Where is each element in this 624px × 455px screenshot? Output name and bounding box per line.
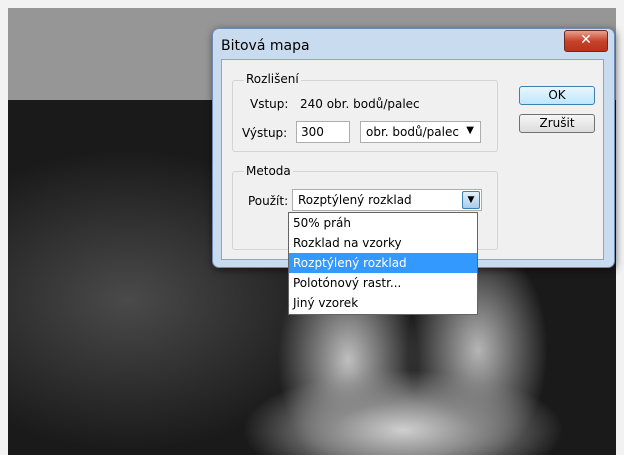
input-value: 240 obr. bodů/palec <box>300 97 420 111</box>
dropdown-option[interactable]: 50% práh <box>289 213 477 233</box>
unit-select-value: obr. bodů/palec <box>366 125 459 139</box>
chevron-down-icon: ▼ <box>466 125 474 136</box>
close-icon[interactable]: ✕ <box>564 30 608 52</box>
cancel-button[interactable]: Zrušit <box>519 114 595 133</box>
method-legend: Metoda <box>244 164 293 178</box>
output-label: Výstup: <box>242 126 288 140</box>
dropdown-option[interactable]: Rozklad na vzorky <box>289 233 477 253</box>
unit-select[interactable]: obr. bodů/palec ▼ <box>360 121 481 143</box>
input-label: Vstup: <box>250 97 289 111</box>
dialog-title: Bitová mapa <box>221 38 310 54</box>
use-label: Použít: <box>248 194 289 208</box>
output-field[interactable]: 300 <box>296 121 350 143</box>
method-dropdown-list: 50% práh Rozklad na vzorky Rozptýlený ro… <box>288 212 478 315</box>
dropdown-option-selected[interactable]: Rozptýlený rozklad <box>289 253 477 273</box>
dropdown-option[interactable]: Polotónový rastr... <box>289 273 477 293</box>
dropdown-option[interactable]: Jiný vzorek <box>289 293 477 313</box>
dropdown-arrow-icon[interactable]: ▼ <box>462 191 480 209</box>
method-select[interactable]: Rozptýlený rozklad ▼ <box>292 189 482 211</box>
method-select-value: Rozptýlený rozklad <box>298 193 412 207</box>
ok-button[interactable]: OK <box>519 86 595 105</box>
resolution-legend: Rozlišení <box>244 72 301 86</box>
